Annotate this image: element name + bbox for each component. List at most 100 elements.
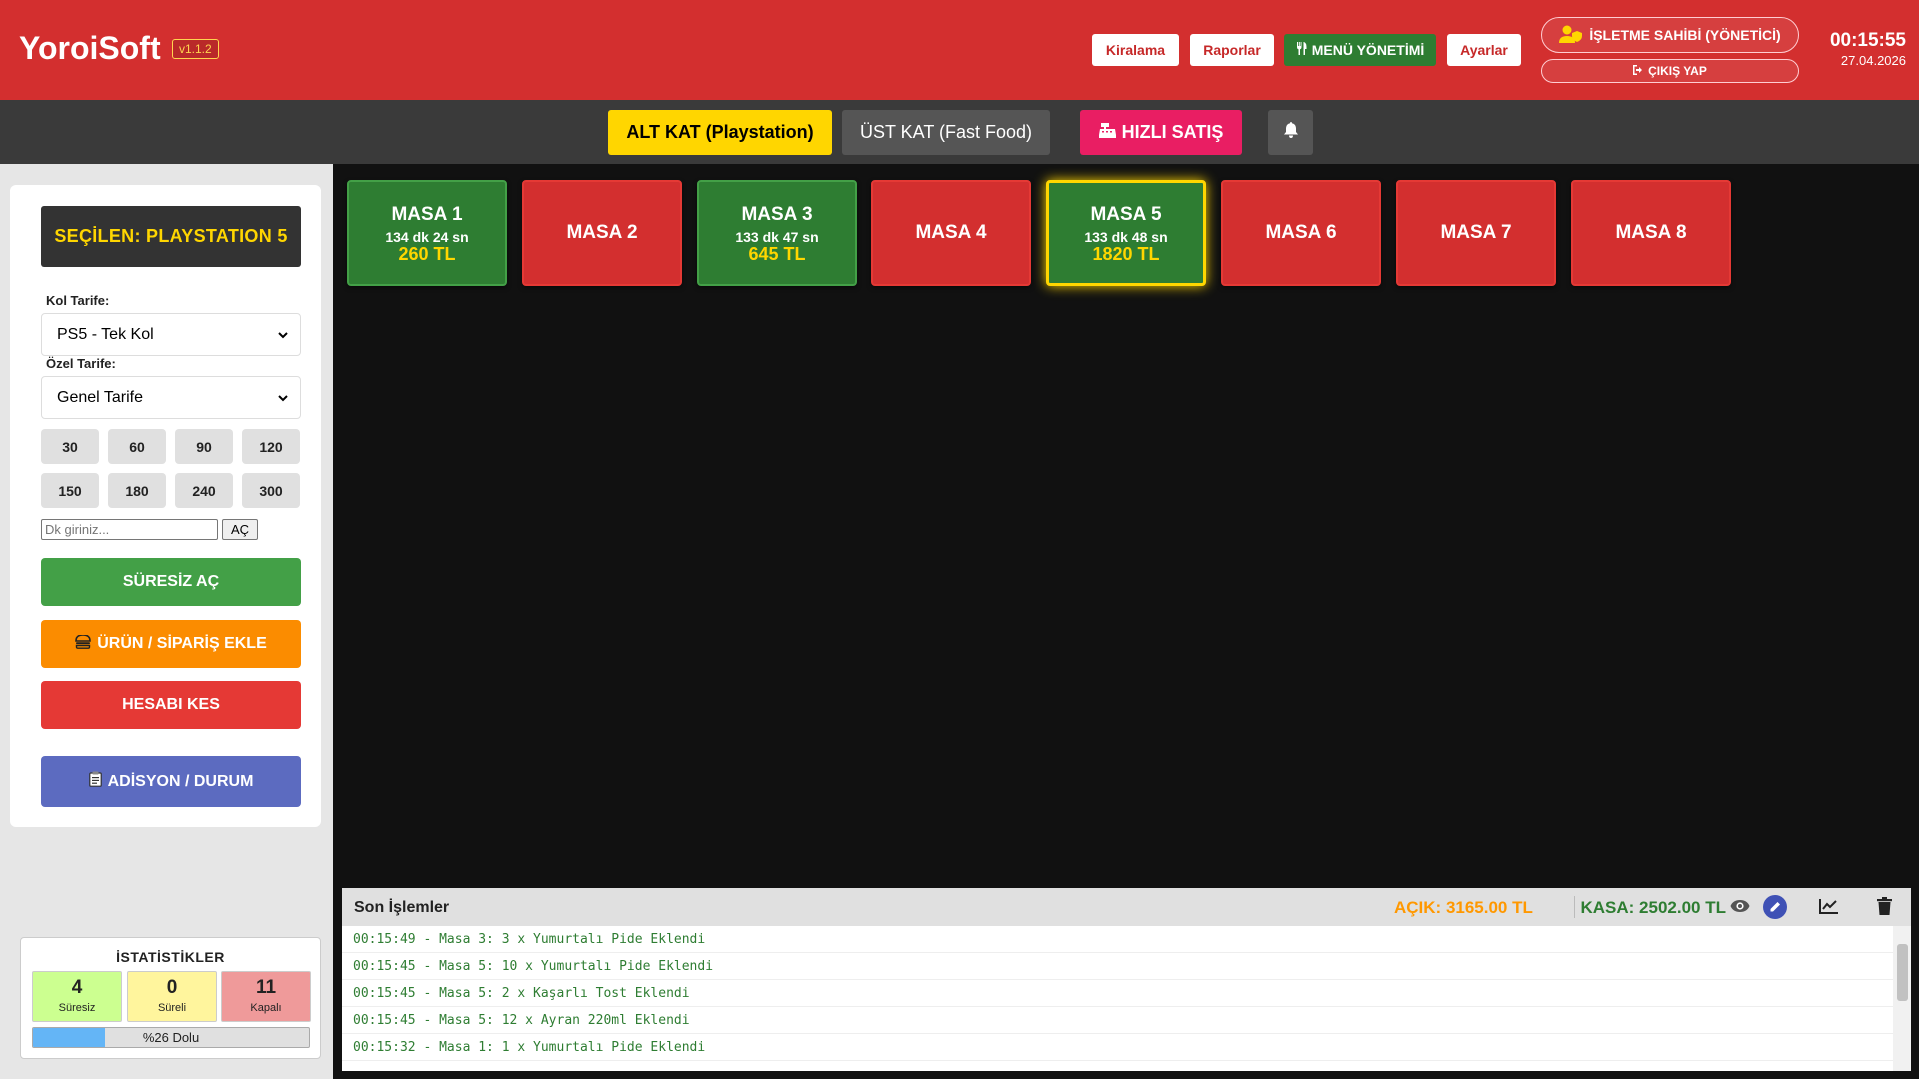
duration-150-button[interactable]: 150 (41, 473, 99, 508)
tab-ust-kat[interactable]: ÜST KAT (Fast Food) (842, 110, 1050, 155)
top-header: YoroiSoft v1.1.2 Kiralama Raporlar MENÜ … (0, 0, 1919, 100)
log-header: Son İşlemler AÇIK: 3165.00 TL KASA: 2502… (342, 888, 1911, 926)
occupancy-progress-text: %26 Dolu (142, 1030, 200, 1045)
recent-transactions-panel: Son İşlemler AÇIK: 3165.00 TL KASA: 2502… (342, 888, 1911, 1071)
stat-unlimited: 4 Süresiz (32, 971, 122, 1022)
table-name: MASA 4 (915, 222, 987, 243)
stat-label: Kapalı (250, 1002, 282, 1014)
add-order-label: ÜRÜN / SİPARİŞ EKLE (97, 635, 267, 652)
menu-management-button[interactable]: MENÜ YÖNETİMİ (1284, 34, 1436, 66)
table-card-1[interactable]: MASA 1 134 dk 24 sn 260 TL (347, 180, 507, 286)
selected-device-title: SEÇİLEN: PLAYSTATION 5 (41, 206, 301, 267)
add-order-button[interactable]: ÜRÜN / SİPARİŞ EKLE (41, 620, 301, 668)
floor-tabbar: ALT KAT (Playstation) ÜST KAT (Fast Food… (0, 100, 1919, 164)
clipboard-icon (88, 771, 102, 792)
bell-icon (1283, 122, 1298, 143)
quick-sale-label: HIZLI SATIŞ (1121, 122, 1224, 142)
duration-180-button[interactable]: 180 (108, 473, 166, 508)
log-scrollbar-thumb[interactable] (1897, 944, 1908, 1001)
menu-management-label: MENÜ YÖNETİMİ (1311, 42, 1425, 58)
kol-tarife-value: PS5 - Tek Kol (57, 325, 154, 343)
duration-60-button[interactable]: 60 (108, 429, 166, 464)
cash-total: KASA: 2502.00 TL (1580, 898, 1727, 917)
duration-90-button[interactable]: 90 (175, 429, 233, 464)
table-name: MASA 2 (566, 222, 638, 243)
table-time: 134 dk 24 sn (385, 228, 469, 245)
table-card-4[interactable]: MASA 4 (871, 180, 1031, 286)
stat-value: 0 (166, 977, 178, 998)
chart-line-icon[interactable] (1819, 898, 1839, 914)
duration-120-button[interactable]: 120 (242, 429, 300, 464)
kol-tarife-select[interactable]: PS5 - Tek Kol (41, 313, 301, 356)
duration-30-button[interactable]: 30 (41, 429, 99, 464)
ozel-tarife-select[interactable]: Genel Tarife (41, 376, 301, 419)
ayarlar-button[interactable]: Ayarlar (1447, 34, 1521, 66)
duration-300-button[interactable]: 300 (242, 473, 300, 508)
duration-240-button[interactable]: 240 (175, 473, 233, 508)
open-total: AÇIK: 3165.00 TL (1394, 898, 1533, 917)
table-card-5[interactable]: MASA 5 133 dk 48 sn 1820 TL (1046, 180, 1206, 286)
sign-out-icon (1633, 64, 1644, 78)
statistics-title: İSTATİSTİKLER (116, 949, 225, 965)
log-title: Son İşlemler (354, 899, 450, 916)
table-card-8[interactable]: MASA 8 (1571, 180, 1731, 286)
kiralama-button[interactable]: Kiralama (1092, 34, 1179, 66)
eye-icon[interactable] (1730, 899, 1750, 913)
log-entry: 00:15:45 - Masa 5: 10 x Yumurtalı Pide E… (342, 953, 1893, 980)
ozel-tarife-value: Genel Tarife (57, 388, 143, 406)
unlimited-open-button[interactable]: SÜRESİZ AÇ (41, 558, 301, 606)
table-card-6[interactable]: MASA 6 (1221, 180, 1381, 286)
table-card-7[interactable]: MASA 7 (1396, 180, 1556, 286)
table-name: MASA 8 (1615, 222, 1687, 243)
trash-icon[interactable] (1877, 897, 1892, 915)
table-time: 133 dk 48 sn (1084, 228, 1168, 245)
stat-label: Süreli (157, 1002, 187, 1014)
table-card-2[interactable]: MASA 2 (522, 180, 682, 286)
bill-status-label: ADİSYON / DURUM (107, 772, 254, 790)
owner-label: İŞLETME SAHİBİ (YÖNETİCİ) (1589, 27, 1781, 43)
table-amount: 645 TL (748, 243, 806, 264)
utensils-icon (1296, 42, 1307, 58)
ozel-tarife-label: Özel Tarife: (46, 356, 116, 371)
table-name: MASA 7 (1440, 222, 1512, 243)
bill-status-button[interactable]: ADİSYON / DURUM (41, 756, 301, 807)
owner-badge[interactable]: İŞLETME SAHİBİ (YÖNETİCİ) (1541, 17, 1799, 53)
stat-timed: 0 Süreli (127, 971, 217, 1022)
raporlar-button[interactable]: Raporlar (1190, 34, 1274, 66)
log-list: 00:15:49 - Masa 3: 3 x Yumurtalı Pide Ek… (342, 926, 1893, 1071)
stat-closed: 11 Kapalı (221, 971, 311, 1022)
kol-tarife-label: Kol Tarife: (46, 293, 110, 308)
tab-alt-kat[interactable]: ALT KAT (Playstation) (608, 110, 832, 155)
open-minutes-button[interactable]: AÇ (222, 519, 258, 540)
checkout-button[interactable]: HESABI KES (41, 681, 301, 729)
clock-time: 00:15:55 (1829, 30, 1906, 51)
app-logo: YoroiSoft (19, 30, 161, 66)
logout-button[interactable]: ÇIKIŞ YAP (1541, 59, 1799, 83)
table-time: 133 dk 47 sn (735, 228, 819, 245)
occupancy-progress: %26 Dolu (32, 1027, 310, 1048)
edit-icon[interactable] (1763, 895, 1787, 919)
log-scrollbar[interactable] (1893, 926, 1911, 1071)
table-name: MASA 6 (1265, 222, 1337, 243)
log-entry: 00:15:45 - Masa 5: 2 x Kaşarlı Tost Ekle… (342, 980, 1893, 1007)
table-name: MASA 1 (391, 203, 463, 225)
quick-sale-button[interactable]: HIZLI SATIŞ (1080, 110, 1242, 155)
log-entry: 00:15:49 - Masa 3: 3 x Yumurtalı Pide Ek… (342, 926, 1893, 953)
stat-value: 4 (71, 977, 83, 998)
log-entry: 00:15:32 - Masa 1: 1 x Yumurtalı Pide Ek… (342, 1034, 1893, 1061)
cash-register-icon (1098, 122, 1116, 143)
clock-date: 27.04.2026 (1840, 53, 1906, 68)
table-amount: 260 TL (398, 243, 456, 264)
chevron-down-icon (278, 389, 288, 407)
stat-label: Süresiz (58, 1002, 96, 1014)
stat-value: 11 (255, 977, 277, 998)
minutes-input[interactable] (41, 519, 218, 540)
table-name: MASA 3 (741, 203, 813, 225)
version-badge: v1.1.2 (172, 39, 219, 59)
notifications-button[interactable] (1268, 110, 1313, 155)
chevron-down-icon (278, 326, 288, 344)
burger-icon (75, 633, 92, 654)
table-card-3[interactable]: MASA 3 133 dk 47 sn 645 TL (697, 180, 857, 286)
table-amount: 1820 TL (1092, 243, 1160, 264)
table-name: MASA 5 (1090, 203, 1162, 225)
